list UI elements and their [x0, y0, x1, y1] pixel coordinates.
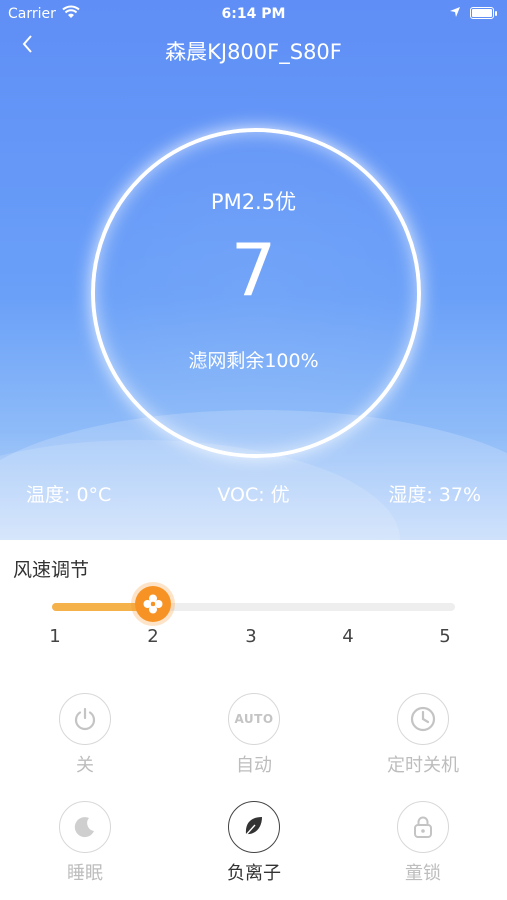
status-bar: Carrier 6:14 PM	[0, 0, 507, 28]
power-off-button[interactable]: 关	[20, 693, 150, 777]
power-icon	[59, 693, 111, 745]
timer-off-button[interactable]: 定时关机	[358, 693, 488, 777]
clock-icon	[397, 693, 449, 745]
power-off-label: 关	[76, 755, 94, 776]
page-title: 森晨KJ800F_S80F	[165, 40, 342, 64]
lock-icon	[397, 801, 449, 853]
auto-mode-label: 自动	[236, 755, 272, 776]
fan-speed-tick[interactable]: 3	[236, 626, 266, 647]
nav-bar: 森晨KJ800F_S80F	[0, 28, 507, 68]
sleep-mode-label: 睡眠	[67, 863, 103, 884]
fan-speed-tick[interactable]: 4	[333, 626, 363, 647]
pm-value: 7	[230, 228, 277, 312]
child-lock-button[interactable]: 童锁	[358, 801, 488, 885]
sleep-mode-button[interactable]: 睡眠	[20, 801, 150, 885]
battery-icon	[470, 7, 497, 19]
leaf-icon	[228, 801, 280, 853]
fan-icon	[143, 594, 163, 614]
auto-icon: AUTO	[228, 693, 280, 745]
child-lock-label: 童锁	[405, 863, 441, 884]
fan-speed-title: 风速调节	[13, 559, 90, 581]
humidity-readout: 湿度: 37%	[388, 484, 481, 506]
fan-speed-tick[interactable]: 2	[138, 626, 168, 647]
fan-speed-track[interactable]	[52, 603, 455, 611]
timer-off-label: 定时关机	[387, 755, 459, 776]
fan-speed-tick[interactable]: 5	[430, 626, 460, 647]
anion-button[interactable]: 负离子	[189, 801, 319, 885]
moon-icon	[59, 801, 111, 853]
auto-icon-text: AUTO	[234, 712, 274, 726]
anion-label: 负离子	[227, 863, 281, 884]
fan-speed-thumb[interactable]	[135, 586, 171, 622]
fan-speed-tick[interactable]: 1	[40, 626, 70, 647]
auto-mode-button[interactable]: AUTO 自动	[189, 693, 319, 777]
filter-remaining: 滤网剩余100%	[188, 350, 319, 372]
location-arrow-icon	[449, 6, 461, 22]
status-time: 6:14 PM	[221, 6, 286, 22]
pm-label: PM2.5优	[210, 190, 297, 214]
